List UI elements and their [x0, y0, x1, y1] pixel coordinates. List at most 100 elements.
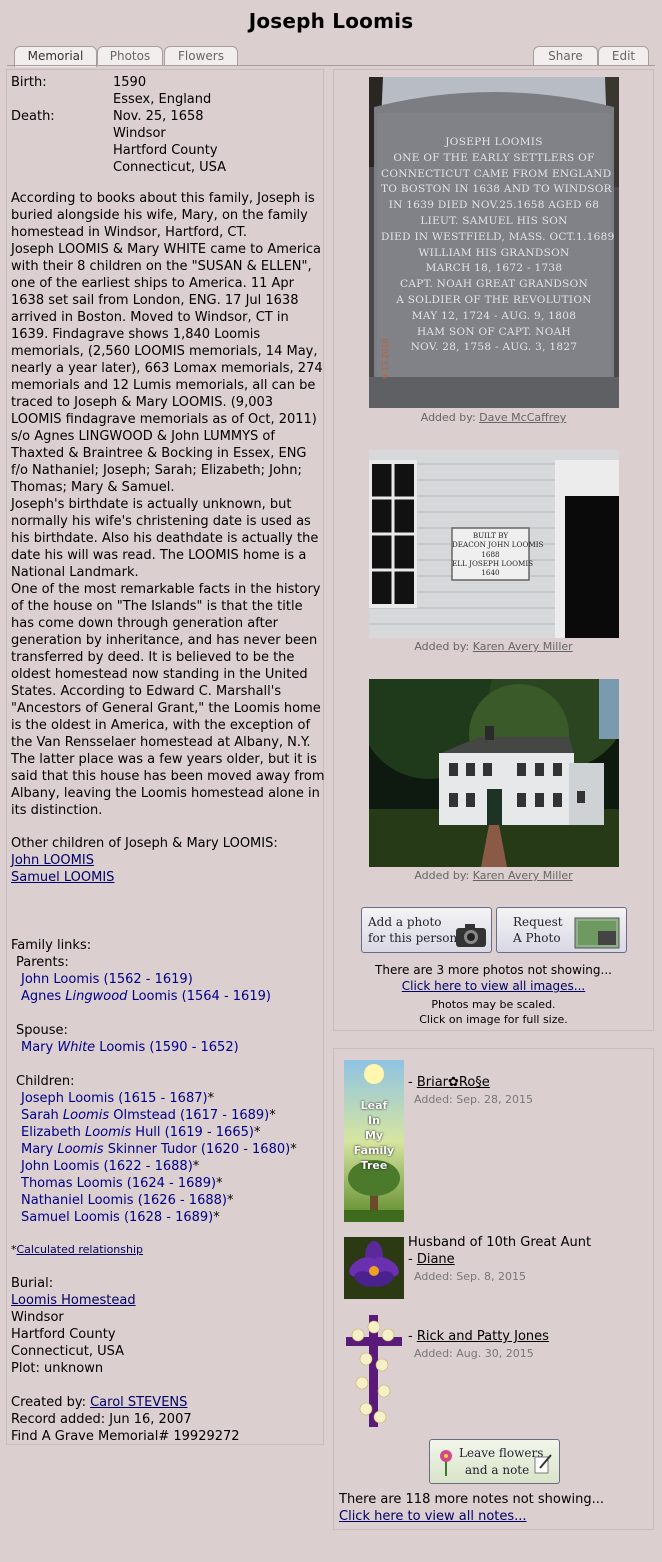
house-sign-photo[interactable]: BUILT BY DEACON JOHN LOOMIS 1688 ELL JOSEPH… — [369, 450, 619, 638]
family-links-heading: Family links: — [11, 938, 92, 953]
headstone-inscription: JOSEPH LOOMIS ONE OF THE EARLY SETTLERS O… — [381, 135, 614, 356]
photo-contributor-link[interactable]: Karen Avery Miller — [473, 640, 573, 653]
note-author-link[interactable]: Rick and Patty Jones — [417, 1329, 549, 1344]
burial-info: Burial: Loomis Homestead Windsor Hartfor… — [11, 1275, 136, 1377]
family-member-link[interactable]: John Loomis (1622 - 1688) — [21, 1159, 193, 1174]
photos-scaled-note: Photos may be scaled. — [431, 998, 556, 1011]
page-title: Joseph Loomis — [248, 9, 414, 33]
view-all-images-link[interactable]: Click here to view all images... — [402, 979, 585, 993]
bio-paragraph: Joseph LOOMIS & Mary WHITE came to Ameri… — [11, 242, 323, 495]
calculated-relationship-link[interactable]: Calculated relationship — [17, 1243, 144, 1256]
photo-caption: Added by: Karen Avery Miller — [414, 869, 573, 882]
family-member-link[interactable]: Agnes Lingwood Loomis (1564 - 1619) — [21, 989, 271, 1004]
family-member: Thomas Loomis (1624 - 1689)* — [21, 1175, 297, 1192]
note-added-date: Added: Sep. 28, 2015 — [414, 1093, 533, 1106]
leaf-tree-word: Leaf — [360, 1099, 388, 1112]
family-member: Mary White Loomis (1590 - 1652) — [21, 1039, 297, 1056]
leaf-tree-word: In — [368, 1114, 380, 1127]
family-member-link[interactable]: Thomas Loomis (1624 - 1689) — [21, 1176, 216, 1191]
family-member-link[interactable]: Mary Loomis Skinner Tudor (1620 - 1680) — [21, 1142, 290, 1157]
note-author-link[interactable]: Briar✿Ro§e — [417, 1075, 490, 1090]
headstone-line: LIEUT. SAMUEL HIS SON — [420, 214, 568, 227]
note-author-link[interactable]: Diane — [417, 1252, 455, 1267]
family-member-link[interactable]: Elizabeth Loomis Hull (1619 - 1665) — [21, 1125, 254, 1140]
bio-paragraph: Joseph's birthdate is actually unknown, … — [11, 497, 319, 580]
birth-place: Essex, England — [113, 92, 212, 107]
parents-label: Parents: — [16, 955, 69, 970]
family-member: Agnes Lingwood Loomis (1564 - 1619) — [21, 988, 297, 1005]
bio-paragraph: According to books about this family, Jo… — [11, 191, 315, 240]
headstone-line: HAM SON OF CAPT. NOAH — [416, 325, 572, 338]
other-child-link[interactable]: Samuel LOOMIS — [11, 870, 114, 885]
photo-contributor-link[interactable]: Karen Avery Miller — [473, 869, 573, 882]
request-photo-button[interactable]: Request A Photo — [496, 907, 627, 953]
headstone-line: MARCH 18, 1672 - 1738 — [425, 262, 563, 275]
headstone-line: A SOLDIER OF THE REVOLUTION — [396, 293, 592, 306]
calculated-star: * — [213, 1210, 220, 1225]
photo-frame-icon — [574, 917, 620, 949]
tabs-divider — [7, 65, 655, 66]
homestead-image — [369, 679, 619, 867]
other-child-link[interactable]: John LOOMIS — [11, 853, 94, 868]
children-label: Children: — [16, 1074, 75, 1089]
family-member: Joseph Loomis (1615 - 1687)* — [21, 1090, 297, 1107]
photo-contributor-link[interactable]: Dave McCaffrey — [479, 411, 566, 424]
tab-edit[interactable]: Edit — [598, 46, 649, 66]
flower-image-crocus[interactable] — [344, 1237, 404, 1299]
headstone-line: ONE OF THE EARLY SETTLERS OF — [393, 151, 595, 164]
headstone-line: JOSEPH LOOMIS — [445, 136, 543, 148]
sign-line: DEACON JOHN LOOMIS — [452, 540, 544, 550]
family-member: John Loomis (1562 - 1619) — [21, 971, 297, 988]
family-member-link[interactable]: Samuel Loomis (1628 - 1689) — [21, 1210, 213, 1225]
bio-paragraph: One of the most remarkable facts in the … — [11, 582, 325, 818]
tab-flowers[interactable]: Flowers — [164, 46, 238, 66]
add-photo-button[interactable]: Add a photo for this person — [361, 907, 492, 953]
created-by-label: Created by: — [11, 1395, 91, 1410]
leave-flowers-button[interactable]: Leave flowers and a note — [429, 1439, 560, 1484]
record-info: Created by: Carol STEVENS Record added: … — [11, 1394, 240, 1445]
homestead-photo[interactable] — [369, 679, 619, 867]
family-member-link[interactable]: Nathaniel Loomis (1626 - 1688) — [21, 1193, 227, 1208]
leaf-tree-word: Family — [353, 1144, 395, 1157]
family-member-link[interactable]: Joseph Loomis (1615 - 1687) — [21, 1091, 208, 1106]
photo-caption: Added by: Dave McCaffrey — [420, 411, 567, 424]
house-sign-text: BUILT BY DEACON JOHN LOOMIS 1688 ELL JOSEPH… — [452, 531, 544, 578]
flower-image-cross[interactable] — [344, 1313, 404, 1429]
tab-share[interactable]: Share — [533, 46, 598, 66]
cemetery-link[interactable]: Loomis Homestead — [11, 1293, 136, 1308]
sign-line: ELL JOSEPH LOOMIS — [452, 558, 534, 568]
family-member: Sarah Loomis Olmstead (1617 - 1689)* — [21, 1107, 297, 1124]
sign-line: 1688 — [481, 549, 500, 559]
view-all-notes-link[interactable]: Click here to view all notes... — [339, 1509, 527, 1524]
family-member-link[interactable]: Sarah Loomis Olmstead (1617 - 1689) — [21, 1108, 269, 1123]
tab-memorial[interactable]: Memorial — [14, 46, 97, 67]
family-member: Nathaniel Loomis (1626 - 1688)* — [21, 1192, 297, 1209]
calculated-relationship-note: *Calculated relationship — [11, 1243, 144, 1256]
flower-note: - Rick and Patty Jones Added: Aug. 30, 2… — [408, 1329, 549, 1360]
birth-label: Birth: — [11, 75, 47, 90]
headstone-line: TO BOSTON IN 1638 AND TO WINDSOR — [381, 183, 612, 196]
memorial-number: Find A Grave Memorial# 19929272 — [11, 1429, 240, 1444]
family-member-link[interactable]: John Loomis (1562 - 1619) — [21, 972, 193, 987]
tab-photos[interactable]: Photos — [97, 46, 163, 66]
calculated-star: * — [290, 1142, 297, 1157]
family-member: Elizabeth Loomis Hull (1619 - 1665)* — [21, 1124, 297, 1141]
family-links: Family links: Parents: John Loomis (1562… — [11, 937, 297, 1258]
headstone-line: CAPT. NOAH GREAT GRANDSON — [400, 278, 588, 291]
flower-note: - Briar✿Ro§e Added: Sep. 28, 2015 — [408, 1075, 533, 1106]
flower-image-leaf-tree[interactable]: Leaf In My Family Tree — [344, 1060, 404, 1222]
photos-fullsize-note: Click on image for full size. — [419, 1013, 568, 1026]
notes-more-text: There are 118 more notes not showing... — [339, 1492, 604, 1507]
creator-link[interactable]: Carol STEVENS — [90, 1395, 187, 1410]
note-pencil-icon — [534, 1454, 552, 1474]
calculated-star: * — [192, 1159, 200, 1174]
spouse-label: Spouse: — [16, 1023, 68, 1038]
sign-line: 1640 — [481, 568, 500, 578]
death-place-city: Windsor — [113, 126, 166, 141]
leaf-tree-word: Tree — [360, 1159, 388, 1172]
note-added-date: Added: Sep. 8, 2015 — [414, 1270, 526, 1283]
family-member: Samuel Loomis (1628 - 1689)* — [21, 1209, 297, 1226]
family-member-link[interactable]: Mary White Loomis (1590 - 1652) — [21, 1040, 239, 1055]
family-member: Mary Loomis Skinner Tudor (1620 - 1680)* — [21, 1141, 297, 1158]
headstone-photo[interactable]: 9 13 2010 JOSEPH LOOMIS ONE OF THE EARLY … — [369, 77, 619, 408]
